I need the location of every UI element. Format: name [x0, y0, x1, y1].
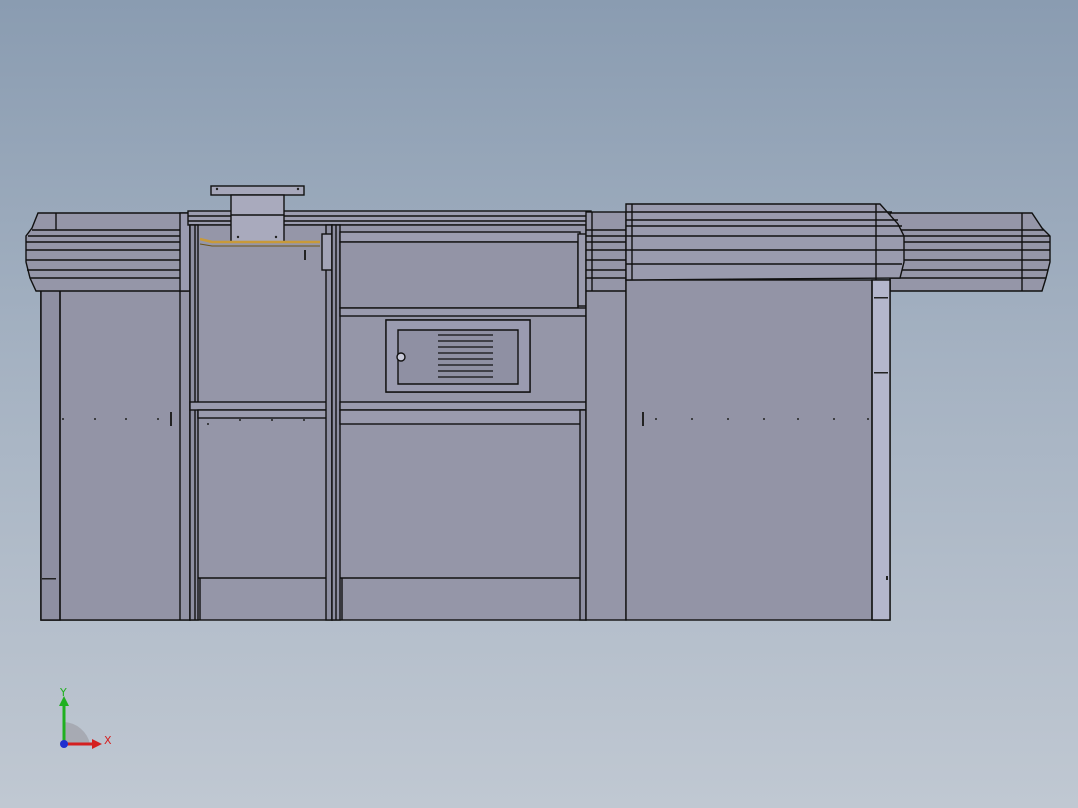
left-cap-assembly — [25, 212, 191, 621]
y-axis-label: Y — [59, 686, 67, 699]
triad-plane-icon — [64, 722, 90, 744]
cad-graphics-viewport[interactable]: Y X — [0, 0, 1078, 808]
z-axis-dot — [60, 740, 68, 748]
right-cabinet-assembly — [585, 203, 1051, 621]
coordinate-triad: Y X — [59, 686, 112, 749]
center-frame-assembly — [187, 185, 592, 621]
x-axis-label: X — [104, 734, 112, 747]
cad-model-front-view[interactable] — [0, 0, 1078, 808]
